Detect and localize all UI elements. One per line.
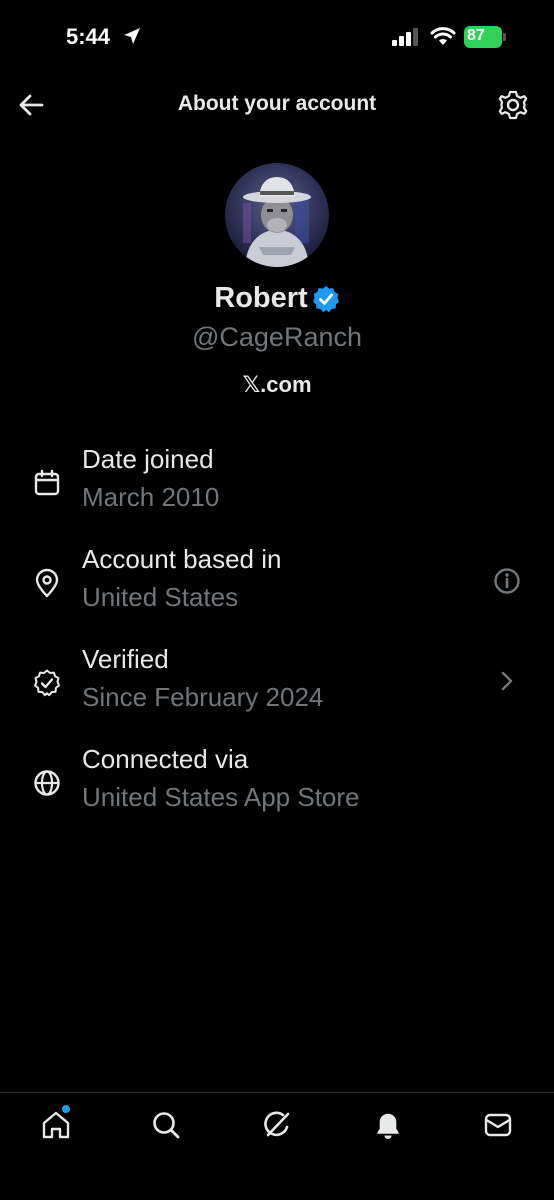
notifications-bell-icon[interactable]	[372, 1109, 404, 1141]
battery-percent: 87	[467, 27, 485, 44]
info-row-account-based-in: Account based in United States	[0, 544, 554, 634]
row-label: Date joined	[82, 444, 214, 474]
handle: @CageRanch	[191, 322, 362, 352]
row-label: Verified	[82, 644, 169, 674]
row-label: Account based in	[82, 544, 282, 574]
name-row: Robert	[0, 282, 554, 315]
messages-envelope-icon[interactable]	[482, 1109, 514, 1141]
home-icon[interactable]	[40, 1105, 72, 1141]
row-value: March 2010	[82, 482, 220, 512]
bottom-nav	[0, 1092, 554, 1200]
status-time: 5:44	[66, 24, 111, 49]
header: About your account	[0, 80, 554, 130]
info-row-date-joined: Date joined March 2010	[0, 444, 554, 534]
notification-dot	[62, 1105, 70, 1113]
status-bar: 5:44 87	[0, 0, 554, 70]
info-row-connected-via: Connected via United States App Store	[0, 744, 554, 834]
display-name: Robert	[214, 282, 308, 314]
grok-icon[interactable]	[261, 1109, 293, 1141]
verified-check-icon	[32, 668, 62, 698]
row-value: Since February 2024	[82, 682, 324, 712]
verified-badge-icon[interactable]	[312, 285, 340, 313]
row-label: Connected via	[82, 744, 249, 774]
info-row-verified[interactable]: Verified Since February 2024	[0, 644, 554, 734]
search-icon[interactable]	[150, 1109, 182, 1141]
row-value: United States	[82, 582, 239, 612]
location-arrow-icon	[122, 26, 142, 46]
wifi-icon	[430, 26, 456, 46]
chevron-right-icon[interactable]	[492, 666, 522, 696]
gear-icon[interactable]	[496, 88, 530, 122]
row-value: United States App Store	[82, 782, 360, 812]
cellular-signal-icon	[392, 28, 420, 46]
battery-indicator: 87	[464, 26, 508, 48]
info-icon[interactable]	[492, 566, 522, 596]
calendar-icon	[32, 468, 62, 498]
location-pin-icon	[32, 568, 62, 598]
avatar[interactable]	[225, 163, 329, 267]
globe-icon	[32, 768, 62, 798]
page-title: About your account	[177, 92, 377, 115]
website-link[interactable]: 𝕏.com	[0, 372, 554, 398]
